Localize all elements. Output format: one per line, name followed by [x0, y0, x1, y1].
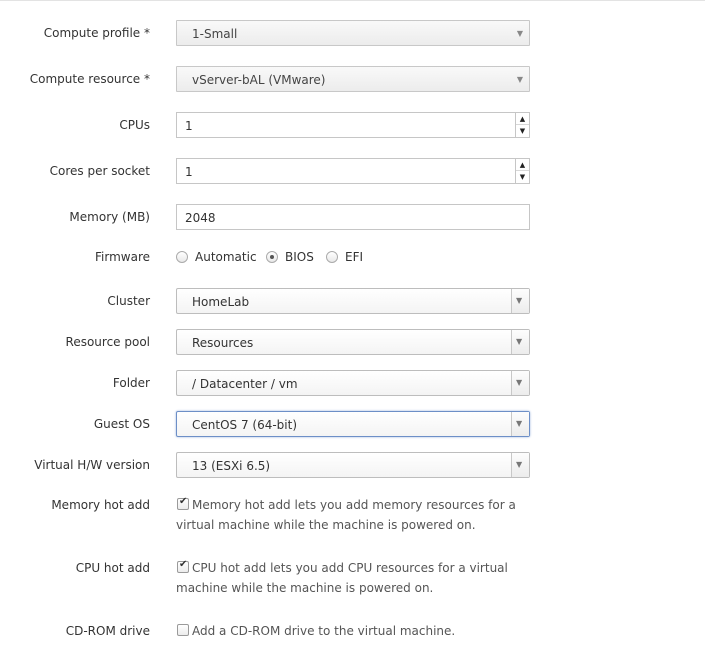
chevron-down-icon: ▼	[516, 29, 523, 38]
cpus-label: CPUs	[119, 118, 150, 132]
cluster-label: Cluster	[107, 294, 150, 308]
cdrom-label: CD-ROM drive	[65, 624, 150, 638]
hw-version-label: Virtual H/W version	[34, 458, 150, 472]
firmware-radio-automatic[interactable]	[176, 251, 188, 263]
memory-value: 2048	[185, 211, 216, 225]
stepper-down-icon[interactable]: ▼	[516, 125, 529, 137]
cpus-input[interactable]: 1 ▲ ▼	[176, 112, 530, 138]
cores-per-socket-value: 1	[185, 165, 193, 179]
memory-input[interactable]: 2048	[176, 204, 530, 230]
cores-per-socket-label: Cores per socket	[49, 164, 150, 178]
cpu-hot-add-text: CPU hot add lets you add CPU resources f…	[176, 561, 508, 595]
compute-profile-select[interactable]: 1-Small ▼	[176, 20, 530, 46]
cdrom-text: Add a CD-ROM drive to the virtual machin…	[192, 624, 456, 638]
compute-resource-label: Compute resource *	[29, 72, 150, 86]
stepper-up-icon[interactable]: ▲	[516, 113, 529, 125]
chevron-down-icon: ▼	[516, 419, 523, 428]
resource-pool-select[interactable]: Resources ▼	[176, 329, 530, 355]
guest-os-value: CentOS 7 (64-bit)	[192, 418, 298, 432]
folder-select[interactable]: / Datacenter / vm ▼	[176, 370, 530, 396]
dropdown-toggle[interactable]: ▼	[511, 330, 529, 354]
cpus-stepper: ▲ ▼	[515, 113, 529, 137]
guest-os-label: Guest OS	[93, 417, 150, 431]
guest-os-select[interactable]: CentOS 7 (64-bit) ▼	[176, 411, 530, 437]
cluster-select[interactable]: HomeLab ▼	[176, 288, 530, 314]
chevron-down-icon: ▼	[516, 460, 523, 469]
compute-resource-value: vServer-bAL (VMware)	[192, 73, 326, 87]
dropdown-toggle[interactable]: ▼	[511, 289, 529, 313]
stepper-down-icon[interactable]: ▼	[516, 171, 529, 183]
chevron-down-icon: ▼	[516, 75, 523, 84]
dropdown-toggle[interactable]: ▼	[511, 453, 529, 477]
cpus-value: 1	[185, 119, 193, 133]
firmware-label: Firmware	[95, 250, 150, 264]
chevron-down-icon: ▼	[516, 296, 523, 305]
cpu-hot-add-label: CPU hot add	[75, 561, 150, 575]
resource-pool-value: Resources	[192, 336, 254, 350]
stepper-up-icon[interactable]: ▲	[516, 159, 529, 171]
cluster-value: HomeLab	[192, 295, 250, 309]
compute-profile-label: Compute profile *	[43, 26, 150, 40]
folder-value: / Datacenter / vm	[192, 377, 298, 391]
chevron-down-icon: ▼	[516, 378, 523, 387]
firmware-option-automatic[interactable]: Automatic	[195, 250, 257, 264]
compute-profile-value: 1-Small	[192, 27, 238, 41]
top-divider	[0, 0, 705, 1]
dropdown-toggle[interactable]: ▼	[511, 412, 529, 436]
memory-hot-add-label: Memory hot add	[51, 498, 150, 512]
memory-label: Memory (MB)	[69, 210, 150, 224]
chevron-down-icon: ▼	[516, 337, 523, 346]
firmware-radio-bios[interactable]	[266, 251, 278, 263]
hw-version-value: 13 (ESXi 6.5)	[192, 459, 271, 473]
hw-version-select[interactable]: 13 (ESXi 6.5) ▼	[176, 452, 530, 478]
memory-hot-add-text: Memory hot add lets you add memory resou…	[176, 498, 516, 532]
compute-resource-select[interactable]: vServer-bAL (VMware) ▼	[176, 66, 530, 92]
cores-per-socket-stepper: ▲ ▼	[515, 159, 529, 183]
resource-pool-label: Resource pool	[65, 335, 150, 349]
firmware-option-efi[interactable]: EFI	[345, 250, 363, 264]
folder-label: Folder	[112, 376, 150, 390]
cores-per-socket-input[interactable]: 1 ▲ ▼	[176, 158, 530, 184]
firmware-radio-efi[interactable]	[326, 251, 338, 263]
firmware-option-bios[interactable]: BIOS	[285, 250, 314, 264]
dropdown-toggle[interactable]: ▼	[511, 371, 529, 395]
